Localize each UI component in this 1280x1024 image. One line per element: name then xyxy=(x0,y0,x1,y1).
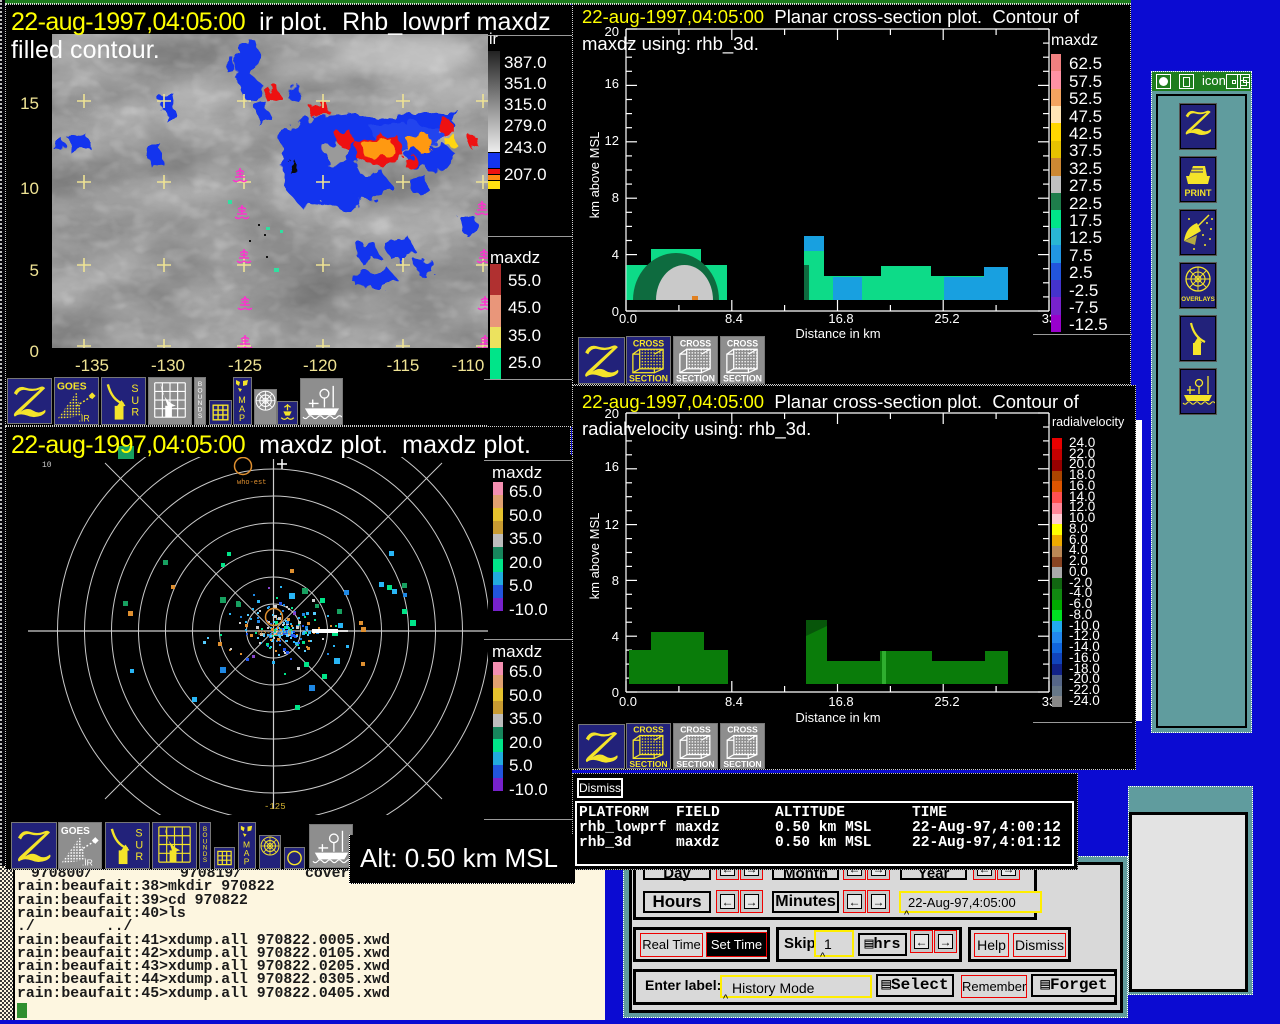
svg-text:.IR: .IR xyxy=(82,858,93,868)
svg-text:SECTION: SECTION xyxy=(723,374,762,384)
svg-text:S: S xyxy=(203,857,207,864)
svg-text:P: P xyxy=(239,413,245,423)
svg-text:CROSS: CROSS xyxy=(727,338,758,348)
svg-text:SECTION: SECTION xyxy=(676,374,715,384)
svg-text:10: 10 xyxy=(42,461,52,470)
svg-text:PRINT: PRINT xyxy=(1185,188,1213,198)
svg-text:CROSS: CROSS xyxy=(680,725,711,735)
svg-text:U: U xyxy=(131,395,139,407)
svg-text:SECTION: SECTION xyxy=(676,759,714,768)
svg-text:CROSS: CROSS xyxy=(633,725,664,735)
svg-text:who-est: who-est xyxy=(237,479,266,487)
svg-text:SECTION: SECTION xyxy=(723,759,761,768)
svg-text:R: R xyxy=(131,407,139,419)
svg-text:SECTION: SECTION xyxy=(629,374,668,384)
svg-text:CROSS: CROSS xyxy=(680,338,711,348)
svg-text:.IR: .IR xyxy=(78,414,89,424)
svg-text:GOES: GOES xyxy=(61,826,90,837)
svg-text:OVERLAYS: OVERLAYS xyxy=(1181,296,1214,303)
svg-text:b>-125-6: b>-125-6 xyxy=(258,630,292,638)
svg-text:S: S xyxy=(198,413,203,420)
svg-text:P: P xyxy=(244,856,250,866)
svg-text:R: R xyxy=(135,851,143,863)
svg-text:S: S xyxy=(135,828,142,840)
svg-text:U: U xyxy=(135,839,143,851)
svg-text:CROSS: CROSS xyxy=(633,338,664,348)
svg-text:SECTION: SECTION xyxy=(629,759,667,768)
svg-text:GOES: GOES xyxy=(57,381,87,392)
svg-text:CROSS: CROSS xyxy=(727,725,758,735)
svg-text:S: S xyxy=(131,383,138,395)
svg-text:-125: -125 xyxy=(264,802,286,812)
